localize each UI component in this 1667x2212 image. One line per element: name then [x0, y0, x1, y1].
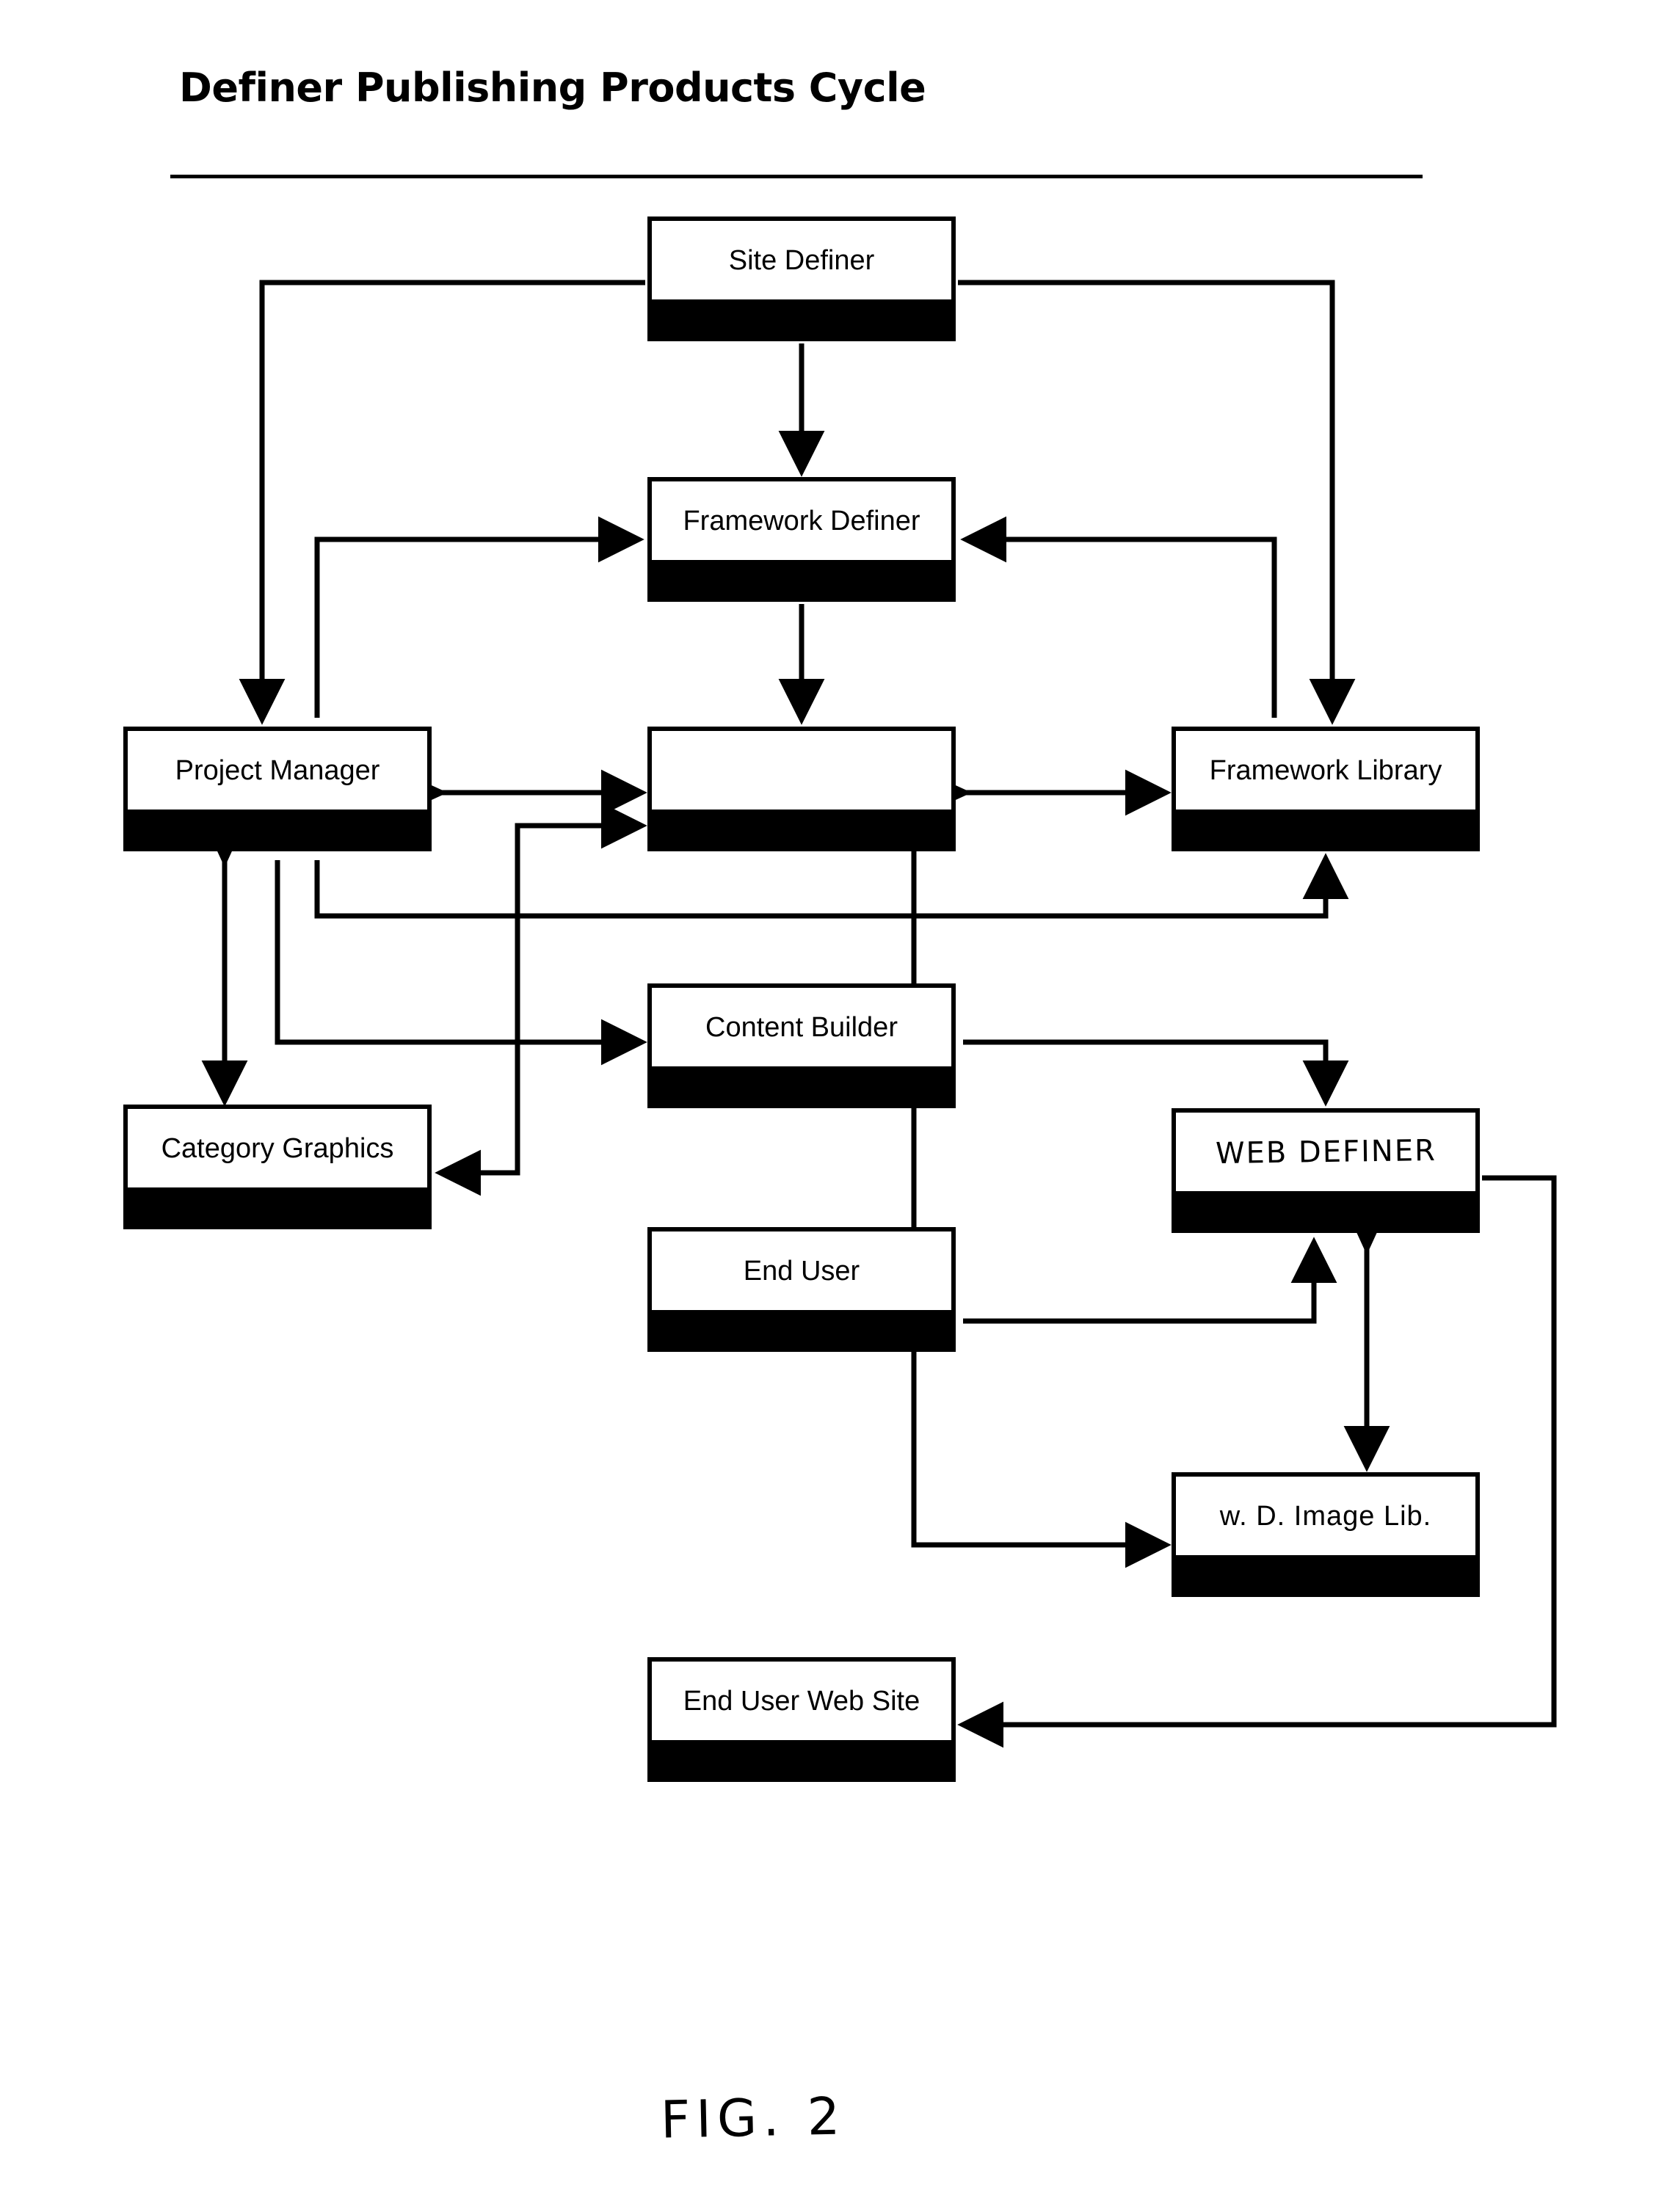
- node-project-manager-body: Project Manager: [128, 731, 427, 810]
- node-project-manager[interactable]: Project Manager: [123, 727, 432, 851]
- node-end-user-body: End User: [652, 1231, 951, 1311]
- node-content-builder-bar: [652, 1066, 951, 1104]
- edge-project-manager-to-framework-library: [314, 853, 1349, 919]
- node-web-definer-body: WEB DEFINER: [1176, 1113, 1475, 1192]
- node-end-user-label: End User: [743, 1255, 860, 1287]
- edge-down-to-category-graphics: [435, 976, 520, 1196]
- node-end-user[interactable]: End User: [647, 1227, 956, 1352]
- edge-middle-to-image-lib: [911, 851, 1172, 1568]
- node-framework-library-body: Framework Library: [1176, 731, 1475, 810]
- edge-content-builder-to-web-definer: [963, 1039, 1349, 1107]
- node-middle-blank-body: [652, 731, 951, 810]
- node-site-definer[interactable]: Site Definer: [647, 217, 956, 341]
- node-framework-definer-label: Framework Definer: [683, 505, 920, 536]
- node-end-user-web-site[interactable]: End User Web Site: [647, 1657, 956, 1782]
- node-end-user-bar: [652, 1310, 951, 1347]
- node-project-manager-label: Project Manager: [175, 754, 380, 786]
- node-framework-definer-bar: [652, 560, 951, 597]
- node-wd-image-lib-body: w. D. Image Lib.: [1176, 1477, 1475, 1556]
- node-web-definer-bar: [1176, 1191, 1475, 1229]
- node-middle-blank[interactable]: [647, 727, 956, 851]
- edge-framework-library-to-framework-definer: [960, 516, 1277, 718]
- node-category-graphics-body: Category Graphics: [128, 1109, 427, 1188]
- node-end-user-web-site-bar: [652, 1740, 951, 1778]
- node-category-graphics-label: Category Graphics: [161, 1132, 394, 1164]
- edge-lower-feed-to-middle: [515, 802, 647, 1123]
- node-project-manager-bar: [128, 810, 427, 847]
- node-content-builder[interactable]: Content Builder: [647, 983, 956, 1108]
- node-wd-image-lib-bar: [1176, 1555, 1475, 1593]
- edge-web-definer-to-end-user-web-site: [957, 1175, 1557, 1748]
- node-framework-definer-body: Framework Definer: [652, 481, 951, 561]
- edge-project-manager-to-framework-definer: [314, 516, 644, 718]
- edge-end-user-to-web-definer: [963, 1237, 1337, 1324]
- node-content-builder-label: Content Builder: [705, 1011, 898, 1043]
- node-end-user-web-site-label: End User Web Site: [683, 1685, 920, 1717]
- node-wd-image-lib[interactable]: w. D. Image Lib.: [1172, 1472, 1480, 1597]
- figure-caption: FIG. 2: [660, 2086, 847, 2150]
- node-middle-blank-bar: [652, 810, 951, 847]
- node-framework-definer[interactable]: Framework Definer: [647, 477, 956, 602]
- node-site-definer-bar: [652, 299, 951, 337]
- edge-project-manager-to-content-builder: [275, 860, 647, 1066]
- figure-page: Definer Publishing Products Cycle Site D…: [0, 0, 1667, 2212]
- node-content-builder-body: Content Builder: [652, 988, 951, 1067]
- node-category-graphics[interactable]: Category Graphics: [123, 1105, 432, 1229]
- node-wd-image-lib-label: w. D. Image Lib.: [1219, 1500, 1432, 1532]
- node-site-definer-body: Site Definer: [652, 221, 951, 300]
- node-end-user-web-site-body: End User Web Site: [652, 1662, 951, 1741]
- node-framework-library-bar: [1176, 810, 1475, 847]
- node-framework-library-label: Framework Library: [1209, 754, 1442, 786]
- node-framework-library[interactable]: Framework Library: [1172, 727, 1480, 851]
- node-category-graphics-bar: [128, 1187, 427, 1225]
- node-web-definer[interactable]: WEB DEFINER: [1172, 1108, 1480, 1233]
- node-web-definer-label: WEB DEFINER: [1215, 1133, 1437, 1171]
- node-site-definer-label: Site Definer: [728, 244, 875, 276]
